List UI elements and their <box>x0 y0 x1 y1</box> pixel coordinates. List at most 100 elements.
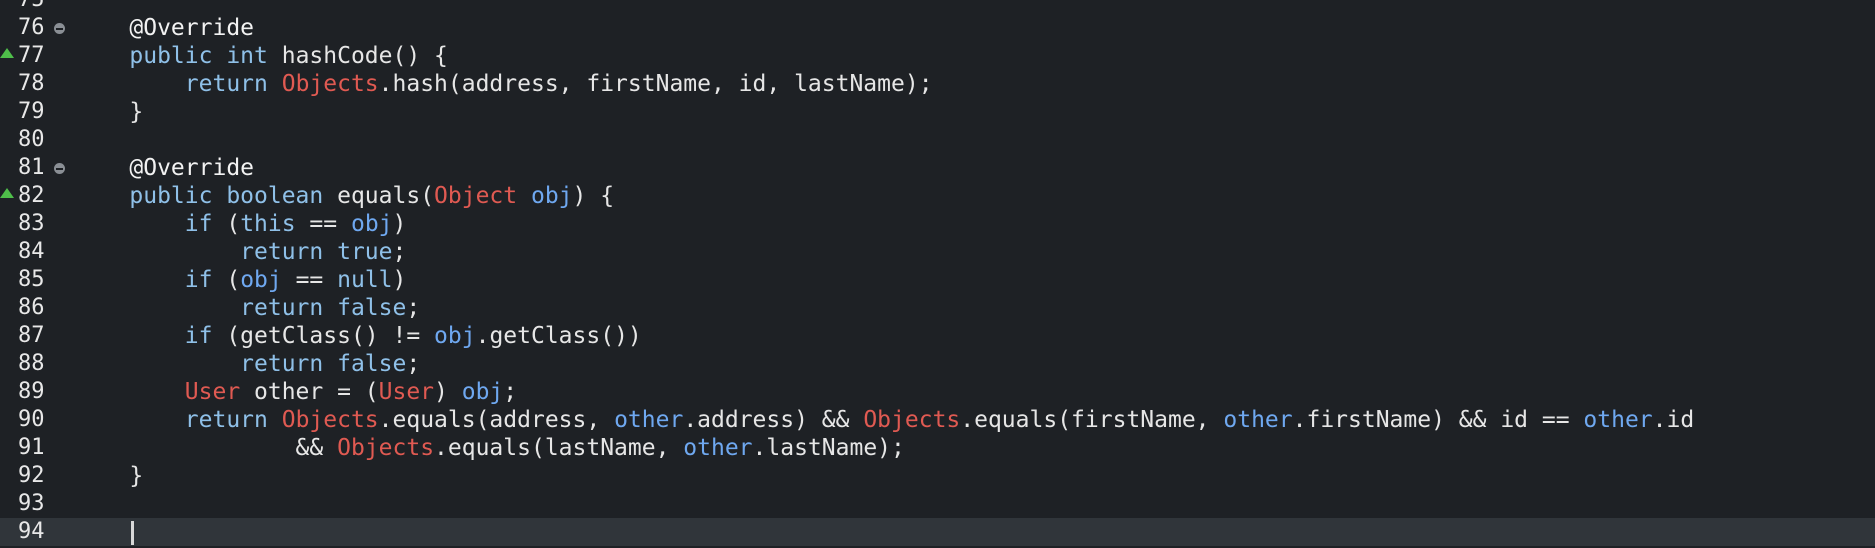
code-line[interactable]: 91 && Objects.equals(lastName, other.las… <box>0 434 1875 462</box>
line-number: 80 <box>18 127 45 152</box>
code-text: if (this == obj) <box>74 210 407 238</box>
code-line[interactable]: 80 <box>0 126 1875 154</box>
line-gutter: 80 <box>0 126 74 154</box>
code-token: @Override <box>74 155 255 181</box>
line-number: 93 <box>18 491 45 516</box>
code-token: Objects <box>281 71 379 97</box>
code-token: if <box>74 211 227 237</box>
line-gutter: 86 <box>0 294 74 322</box>
line-gutter: 79 <box>0 98 74 126</box>
code-token: } <box>74 463 144 489</box>
code-text: @Override <box>74 14 254 42</box>
code-text: return Objects.equals(address, other.add… <box>74 406 1694 434</box>
code-line[interactable]: 87 if (getClass() != obj.getClass()) <box>0 322 1875 350</box>
code-text: if (getClass() != obj.getClass()) <box>74 322 642 350</box>
code-token: ; <box>392 239 407 265</box>
code-token: obj <box>461 379 504 405</box>
code-token: } <box>74 99 144 125</box>
code-token: return <box>74 71 282 97</box>
code-token: Objects <box>863 407 961 433</box>
code-text: public int hashCode() { <box>74 42 448 70</box>
code-token: ( <box>226 267 241 293</box>
fold-collapse-icon[interactable] <box>54 163 65 174</box>
code-line[interactable]: 83 if (this == obj) <box>0 210 1875 238</box>
code-text: User other = (User) obj; <box>74 378 517 406</box>
code-line[interactable]: 88 return false; <box>0 350 1875 378</box>
line-gutter: 94 <box>0 518 74 546</box>
code-text: @Override <box>74 154 254 182</box>
fold-collapse-icon[interactable] <box>54 23 65 34</box>
code-line[interactable]: 75 <box>0 0 1875 14</box>
code-line[interactable]: 84 return true; <box>0 238 1875 266</box>
code-token: public boolean <box>74 183 338 209</box>
code-token: .getClass()) <box>475 323 642 349</box>
code-line[interactable]: 86 return false; <box>0 294 1875 322</box>
code-line[interactable]: 77 public int hashCode() { <box>0 42 1875 70</box>
code-line[interactable]: 92 } <box>0 462 1875 490</box>
code-text: } <box>74 98 143 126</box>
code-token: if <box>74 267 227 293</box>
line-number: 75 <box>18 0 52 14</box>
code-token: ) <box>434 379 462 405</box>
code-line[interactable]: 94 <box>0 518 1875 546</box>
code-line[interactable]: 82 public boolean equals(Object obj) { <box>0 182 1875 210</box>
code-token: .equals(address, <box>378 407 615 433</box>
code-editor[interactable]: 7576 @Override77 public int hashCode() {… <box>0 0 1875 548</box>
line-number: 89 <box>18 379 45 404</box>
code-text: return false; <box>74 350 420 378</box>
line-number: 82 <box>18 183 45 208</box>
line-number: 86 <box>18 295 45 320</box>
code-token: .lastName); <box>752 435 905 461</box>
line-gutter: 82 <box>0 182 74 210</box>
code-line[interactable]: 93 <box>0 490 1875 518</box>
code-token: equals( <box>337 183 435 209</box>
code-token: ) { <box>572 183 615 209</box>
code-token: obj <box>350 211 393 237</box>
code-token: other <box>614 407 684 433</box>
code-token: @Override <box>74 15 255 41</box>
line-number: 87 <box>18 323 45 348</box>
code-token: Object <box>434 183 531 209</box>
line-gutter: 89 <box>0 378 74 406</box>
code-token: if <box>74 323 227 349</box>
code-line[interactable]: 81 @Override <box>0 154 1875 182</box>
line-gutter: 83 <box>0 210 74 238</box>
line-number: 91 <box>18 435 45 460</box>
code-token: .address) && <box>683 407 864 433</box>
code-token: User <box>378 379 435 405</box>
code-line[interactable]: 85 if (obj == null) <box>0 266 1875 294</box>
code-token: obj <box>434 323 476 349</box>
code-token: null <box>337 267 393 293</box>
code-token: .id <box>1652 407 1695 433</box>
line-gutter: 76 <box>0 14 74 42</box>
code-token: hashCode() { <box>281 43 448 69</box>
code-line[interactable]: 78 return Objects.hash(address, firstNam… <box>0 70 1875 98</box>
code-line[interactable]: 76 @Override <box>0 14 1875 42</box>
code-text: if (obj == null) <box>74 266 407 294</box>
code-line[interactable]: 89 User other = (User) obj; <box>0 378 1875 406</box>
code-token: return false <box>74 295 407 321</box>
code-token: obj <box>530 183 573 209</box>
code-token: && <box>74 435 338 461</box>
code-token: Objects <box>337 435 435 461</box>
text-cursor <box>131 521 134 545</box>
code-token: return true <box>74 239 393 265</box>
code-line[interactable]: 79 } <box>0 98 1875 126</box>
code-line[interactable]: 90 return Objects.equals(address, other.… <box>0 406 1875 434</box>
line-gutter: 81 <box>0 154 74 182</box>
code-text: } <box>74 462 143 490</box>
line-number: 88 <box>18 351 45 376</box>
line-number: 81 <box>18 155 45 180</box>
line-number: 92 <box>18 463 45 488</box>
code-token: == <box>295 211 351 237</box>
code-token: other <box>1583 407 1653 433</box>
line-number: 94 <box>18 519 45 544</box>
line-number: 79 <box>18 99 45 124</box>
code-token: ) <box>392 211 407 237</box>
code-text: return true; <box>74 238 406 266</box>
line-gutter: 85 <box>0 266 74 294</box>
code-token: ; <box>406 351 421 377</box>
line-gutter: 87 <box>0 322 74 350</box>
line-gutter: 90 <box>0 406 74 434</box>
code-token: other = ( <box>254 379 379 405</box>
